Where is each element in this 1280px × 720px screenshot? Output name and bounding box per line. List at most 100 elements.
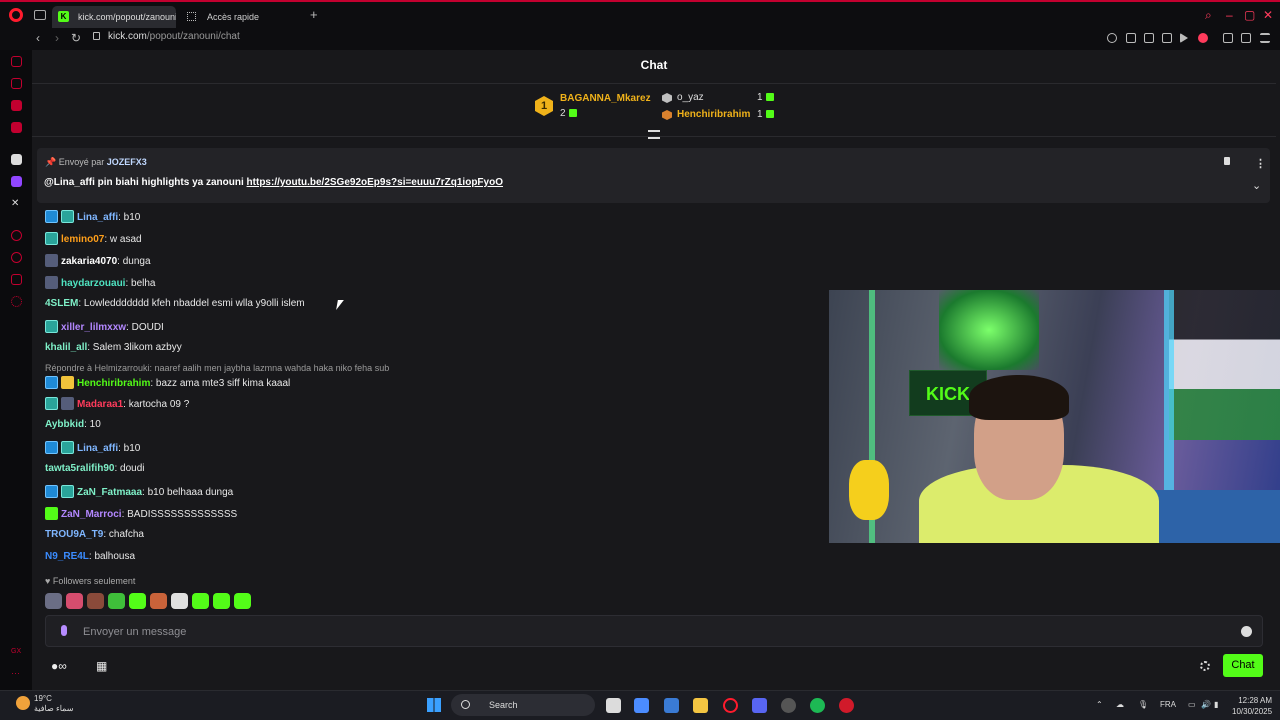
emote-icon[interactable] — [234, 593, 251, 609]
chat-username[interactable]: xiller_lilmxxw — [61, 322, 126, 333]
account-icon[interactable] — [1223, 33, 1233, 43]
emote-icon[interactable] — [45, 593, 62, 609]
heart-icon[interactable] — [1198, 33, 1208, 43]
chat-message[interactable]: ZaN_Marroci: BADISSSSSSSSSSSSS — [45, 507, 237, 520]
emote-icon[interactable] — [129, 593, 146, 609]
onedrive-icon[interactable]: ☁ — [1116, 700, 1124, 709]
emote-icon[interactable] — [66, 593, 83, 609]
network-icon[interactable]: ▭ — [1188, 700, 1196, 709]
player-icon[interactable] — [11, 230, 22, 241]
snapshot-icon[interactable] — [1144, 33, 1154, 43]
chevron-down-icon[interactable]: ⌄ — [1252, 179, 1261, 192]
chat-username[interactable]: 4SLEM — [45, 298, 78, 309]
chat-message[interactable]: Madaraa1: kartocha 09 ? — [45, 397, 189, 410]
app-icon[interactable] — [781, 698, 796, 713]
store-icon[interactable] — [664, 698, 679, 713]
microphone-icon[interactable]: 🎙 — [1138, 700, 1148, 709]
chat-username[interactable]: Madaraa1 — [77, 399, 123, 410]
more-options-icon[interactable]: ⋮ — [1255, 157, 1266, 170]
chat-message[interactable]: haydarzouaui: belha — [45, 276, 156, 289]
chat-message[interactable]: TROU9A_T9: chafcha — [45, 529, 144, 540]
chat-message[interactable]: Lina_affi: b10 — [45, 210, 140, 223]
url-field[interactable]: kick.com/popout/zanouni/chat — [93, 31, 240, 42]
more-icon[interactable]: ··· — [11, 668, 22, 679]
taskbar-search[interactable]: Search — [451, 694, 595, 716]
opera-logo-icon[interactable] — [9, 8, 23, 22]
bag-icon[interactable] — [11, 78, 22, 89]
language-indicator[interactable]: FRA — [1160, 700, 1176, 709]
instagram-icon[interactable] — [11, 122, 22, 133]
chat-username[interactable]: Lina_affi — [77, 212, 118, 223]
leader-2-name[interactable]: o_yaz — [677, 92, 704, 103]
emote-icon[interactable] — [171, 593, 188, 609]
kick-icon[interactable] — [11, 154, 22, 165]
start-icon[interactable] — [427, 698, 441, 712]
chat-message[interactable]: N9_RE4L: balhousa — [45, 551, 135, 562]
zoom-icon[interactable] — [1107, 33, 1117, 43]
chat-message[interactable]: lemino07: w asad — [45, 232, 142, 245]
copilot-icon[interactable] — [634, 698, 649, 713]
tab-kick-chat[interactable]: K kick.com/popout/zanouni — [52, 6, 176, 28]
chat-message[interactable]: khalil_all: Salem 3likom azbyy — [45, 342, 182, 353]
tray-chevron-up-icon[interactable]: ⌃ — [1096, 700, 1103, 709]
chat-username[interactable]: ZaN_Fatmaaa — [77, 487, 142, 498]
play-icon[interactable] — [1180, 33, 1188, 43]
close-icon[interactable]: ✕ — [1263, 8, 1273, 22]
pinned-link[interactable]: https://youtu.be/2SGe92oEp9s?si=euuu7rZq… — [247, 177, 503, 188]
chat-message[interactable]: zakaria4070: dunga — [45, 254, 151, 267]
weather-icon[interactable] — [16, 696, 30, 710]
menu-icon[interactable] — [1260, 33, 1270, 43]
chat-message[interactable]: xiller_lilmxxw: DOUDI — [45, 320, 164, 333]
discord-icon[interactable] — [752, 698, 767, 713]
x-icon[interactable]: ✕ — [11, 198, 22, 209]
pin-icon[interactable] — [1224, 157, 1230, 165]
spotify-icon[interactable] — [810, 698, 825, 713]
chat-username[interactable]: Henchiribrahim — [77, 378, 150, 389]
chat-username[interactable]: N9_RE4L — [45, 551, 89, 562]
chat-username[interactable]: zakaria4070 — [61, 256, 117, 267]
settings-icon[interactable] — [11, 296, 22, 307]
messenger-icon[interactable] — [11, 100, 22, 111]
leader-1-name[interactable]: BAGANNA_Mkarez — [560, 93, 651, 104]
battery-icon[interactable]: ▮ — [1214, 700, 1218, 709]
tab-acces-rapide[interactable]: Accès rapide — [181, 6, 301, 28]
download-icon[interactable] — [1241, 33, 1251, 43]
minimize-icon[interactable]: – — [1226, 8, 1233, 22]
chat-username[interactable]: lemino07 — [61, 234, 104, 245]
clock[interactable]: 12:28 AM 10/30/2025 — [1232, 695, 1272, 717]
search-tabs-icon[interactable]: ⌕ — [1205, 8, 1212, 23]
reload-icon[interactable]: ↻ — [71, 31, 81, 45]
chat-username[interactable]: Aybbkid — [45, 419, 84, 430]
pin-icon[interactable] — [1126, 33, 1136, 43]
emoji-icon[interactable] — [1241, 626, 1252, 637]
emote-icon[interactable] — [150, 593, 167, 609]
chat-username[interactable]: ZaN_Marroci — [61, 509, 122, 520]
chat-username[interactable]: tawta5ralifih90 — [45, 463, 114, 474]
chat-message[interactable]: Aybbkid: 10 — [45, 419, 101, 430]
emote-icon[interactable] — [87, 593, 104, 609]
weather-widget[interactable]: 19°C سماء صافية — [34, 694, 74, 714]
extensions-icon[interactable] — [11, 274, 22, 285]
chat-message[interactable]: tawta5ralifih90: doudi — [45, 463, 145, 474]
leader-3-name[interactable]: Henchiribrahim — [677, 109, 750, 120]
emote-icon[interactable] — [108, 593, 125, 609]
gx-icon[interactable]: GX — [11, 648, 22, 659]
message-input[interactable]: Envoyer un message — [45, 615, 1263, 647]
store-icon[interactable]: ▦ — [96, 659, 107, 673]
history-icon[interactable] — [11, 252, 22, 263]
volume-icon[interactable]: 🔊 — [1201, 700, 1211, 709]
task-view-icon[interactable] — [606, 698, 621, 713]
microphone-icon[interactable] — [61, 625, 67, 636]
chat-message[interactable]: ZaN_Fatmaaa: b10 belhaaa dunga — [45, 485, 233, 498]
chat-username[interactable]: TROU9A_T9 — [45, 529, 103, 540]
chat-username[interactable]: Lina_affi — [77, 443, 118, 454]
emote-icon[interactable] — [192, 593, 209, 609]
gear-icon[interactable] — [1200, 661, 1210, 671]
twitch-icon[interactable] — [11, 176, 22, 187]
shield-icon[interactable] — [1162, 33, 1172, 43]
app-icon[interactable] — [839, 698, 854, 713]
collapse-leaderboard-icon[interactable] — [648, 130, 660, 139]
chat-username[interactable]: khalil_all — [45, 342, 87, 353]
new-tab-plus-icon[interactable]: + — [310, 7, 318, 22]
chat-message[interactable]: 4SLEM: Lowleddddddd kfeh nbaddel esmi wl… — [45, 298, 305, 309]
